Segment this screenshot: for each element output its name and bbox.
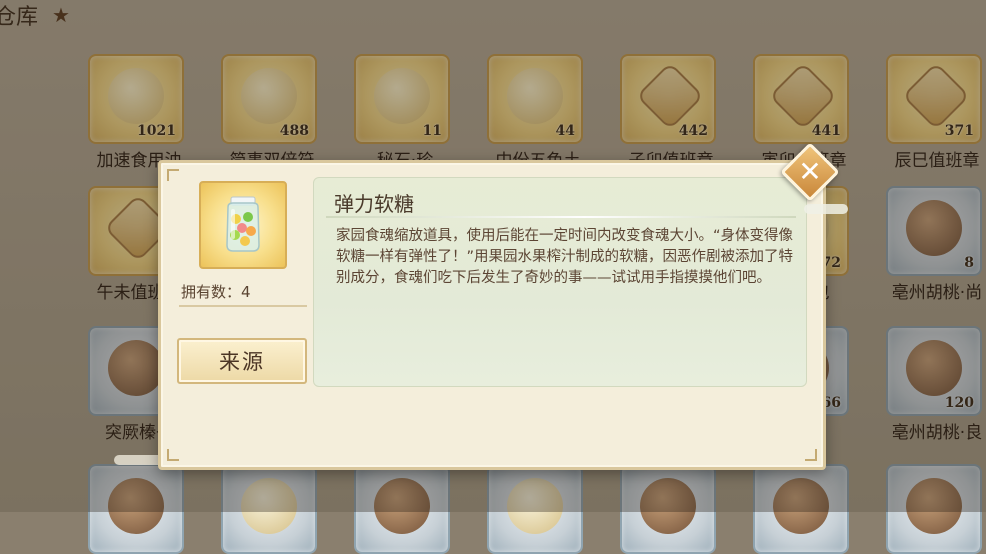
candy-jar-icon [226, 196, 260, 252]
item-icon-frame [199, 181, 287, 269]
corner-ornament [167, 449, 179, 461]
description-panel: 弹力软糖 家园食魂缩放道具，使用后能在一定时间内改变食魂大小。“身体变得像软糖一… [313, 177, 807, 387]
corner-ornament [805, 449, 817, 461]
corner-ornament [167, 169, 179, 181]
divider [179, 305, 307, 307]
item-detail-dialog: 拥有数：4 来源 弹力软糖 家园食魂缩放道具，使用后能在一定时间内改变食魂大小。… [158, 160, 826, 470]
divider [326, 216, 796, 218]
source-button[interactable]: 来源 [177, 338, 307, 384]
item-title: 弹力软糖 [334, 192, 414, 216]
item-description: 家园食魂缩放道具，使用后能在一定时间内改变食魂大小。“身体变得像软糖一样有弹性了… [336, 228, 794, 286]
scroll-ornament [804, 204, 848, 214]
close-button[interactable]: ✕ [780, 142, 840, 202]
close-icon: ✕ [798, 155, 822, 188]
owned-count: 拥有数：4 [181, 283, 251, 301]
